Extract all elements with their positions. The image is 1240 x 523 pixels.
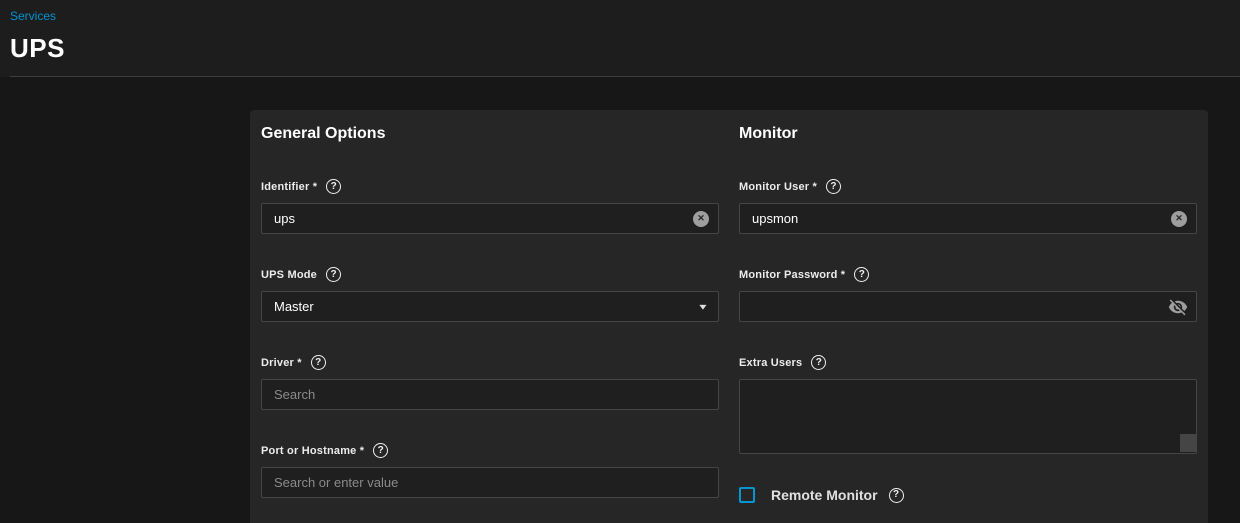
- help-icon[interactable]: ?: [811, 355, 826, 370]
- port-hostname-label: Port or Hostname *: [261, 445, 364, 457]
- identifier-label: Identifier *: [261, 181, 317, 193]
- port-hostname-field: Port or Hostname * ?: [261, 443, 719, 498]
- ups-mode-select[interactable]: Master: [261, 291, 719, 322]
- monitor-password-input[interactable]: [739, 291, 1197, 322]
- ups-mode-field: UPS Mode ? Master ▼: [261, 267, 719, 322]
- remote-monitor-checkbox[interactable]: [739, 487, 755, 503]
- general-options-section: General Options Identifier * ? ✕ UPS Mod…: [261, 124, 719, 523]
- driver-label: Driver *: [261, 357, 302, 369]
- monitor-user-field: Monitor User * ? ✕: [739, 179, 1197, 234]
- identifier-field: Identifier * ? ✕: [261, 179, 719, 234]
- help-icon[interactable]: ?: [326, 179, 341, 194]
- help-icon[interactable]: ?: [826, 179, 841, 194]
- breadcrumb-services[interactable]: Services: [10, 9, 56, 23]
- monitor-password-label: Monitor Password *: [739, 269, 845, 281]
- ups-config-card: General Options Identifier * ? ✕ UPS Mod…: [250, 110, 1208, 523]
- resize-handle[interactable]: [1180, 434, 1196, 452]
- help-icon[interactable]: ?: [311, 355, 326, 370]
- remote-monitor-label: Remote Monitor: [771, 487, 878, 503]
- clear-icon[interactable]: ✕: [693, 211, 709, 227]
- help-icon[interactable]: ?: [373, 443, 388, 458]
- identifier-input[interactable]: [261, 203, 719, 234]
- top-header: Services UPS: [0, 0, 1240, 77]
- port-hostname-input[interactable]: [261, 467, 719, 498]
- page-title: UPS: [10, 33, 1240, 64]
- driver-field: Driver * ?: [261, 355, 719, 410]
- section-title-general: General Options: [261, 124, 719, 143]
- clear-icon[interactable]: ✕: [1171, 211, 1187, 227]
- monitor-section: Monitor Monitor User * ? ✕ Monitor Passw…: [739, 124, 1197, 523]
- monitor-user-label: Monitor User *: [739, 181, 817, 193]
- extra-users-label: Extra Users: [739, 357, 802, 369]
- monitor-user-input[interactable]: [739, 203, 1197, 234]
- monitor-password-field: Monitor Password * ?: [739, 267, 1197, 322]
- help-icon[interactable]: ?: [326, 267, 341, 282]
- remote-monitor-field: Remote Monitor ?: [739, 487, 1197, 503]
- help-icon[interactable]: ?: [854, 267, 869, 282]
- section-title-monitor: Monitor: [739, 124, 1197, 143]
- visibility-off-icon[interactable]: [1168, 297, 1188, 317]
- extra-users-textarea[interactable]: [739, 379, 1197, 454]
- ups-mode-selected-value: Master: [274, 299, 314, 314]
- driver-input[interactable]: [261, 379, 719, 410]
- help-icon[interactable]: ?: [889, 488, 904, 503]
- ups-mode-label: UPS Mode: [261, 269, 317, 281]
- extra-users-field: Extra Users ?: [739, 355, 1197, 454]
